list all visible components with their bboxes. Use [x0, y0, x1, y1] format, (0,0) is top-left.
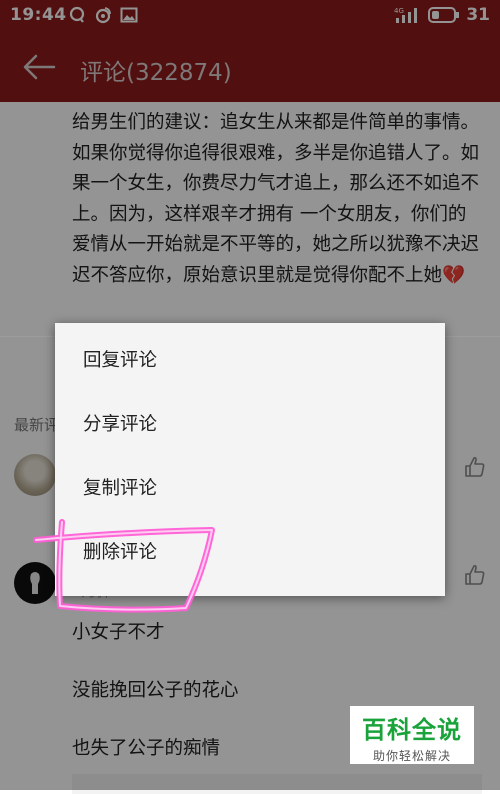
menu-item-delete-comment[interactable]: 删除评论 — [55, 521, 445, 585]
menu-item-share-comment[interactable]: 分享评论 — [55, 393, 445, 457]
comment-context-menu: 回复评论 分享评论 复制评论 删除评论 — [55, 323, 445, 596]
watermark-title: 百科全说 — [362, 716, 462, 744]
menu-item-copy-comment[interactable]: 复制评论 — [55, 457, 445, 521]
watermark-logo: 百科全说 助你轻松解决 — [350, 706, 474, 764]
watermark-subtitle: 助你轻松解决 — [372, 749, 451, 763]
menu-item-reply-comment[interactable]: 回复评论 — [55, 329, 445, 393]
